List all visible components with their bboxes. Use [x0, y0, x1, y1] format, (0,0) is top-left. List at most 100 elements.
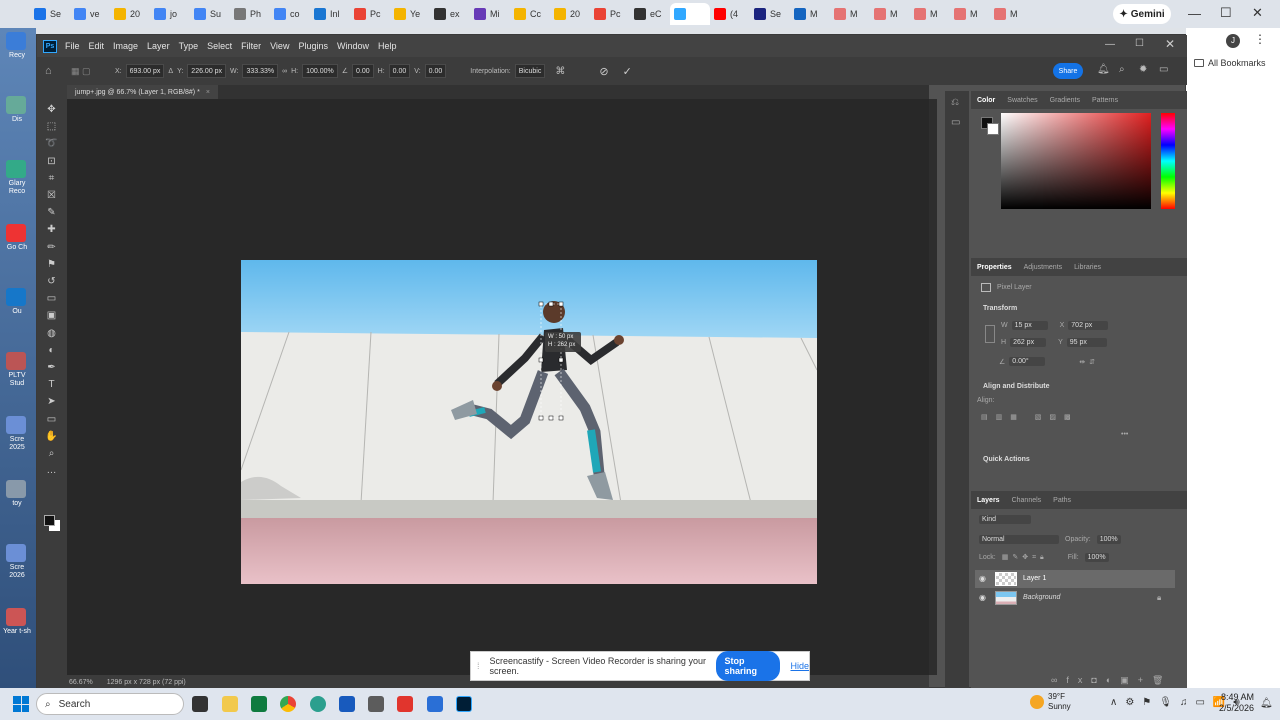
- hide-link[interactable]: Hide: [790, 661, 809, 671]
- word-icon[interactable]: [339, 696, 355, 712]
- snipping-tool-icon[interactable]: [368, 696, 384, 712]
- eraser-icon[interactable]: ▭: [45, 292, 58, 305]
- ps-maximize-icon[interactable]: ☐: [1135, 38, 1144, 49]
- history-brush-icon[interactable]: ↺: [45, 275, 58, 288]
- close-icon[interactable]: ✕: [1252, 5, 1263, 21]
- notifications-icon[interactable]: 🔔︎: [1097, 64, 1110, 75]
- desktop-shortcut-icon[interactable]: [6, 544, 26, 562]
- dodge-tool-icon[interactable]: ◐: [45, 344, 58, 357]
- delta-icon[interactable]: Δ: [168, 68, 173, 75]
- taskbar-clock[interactable]: 8:49 AM 2/5/2026: [1214, 692, 1254, 714]
- hskew-field[interactable]: 0.00: [388, 64, 411, 78]
- photoshop-taskbar-icon[interactable]: [456, 696, 472, 712]
- share-button[interactable]: Share: [1053, 63, 1083, 79]
- path-select-icon[interactable]: ➤: [45, 395, 58, 408]
- discover-icon[interactable]: ✹: [1139, 64, 1147, 75]
- hue-slider[interactable]: [1161, 113, 1175, 209]
- tab-paths[interactable]: Paths: [1053, 497, 1071, 504]
- constrain-link-icon[interactable]: [985, 325, 995, 343]
- edge-icon[interactable]: [310, 696, 326, 712]
- prop-x-field[interactable]: 702 px: [1068, 321, 1109, 330]
- browser-tab[interactable]: 20: [550, 3, 590, 25]
- desktop-shortcut-icon[interactable]: [6, 32, 26, 50]
- browser-tab[interactable]: M: [830, 3, 870, 25]
- photo-canvas[interactable]: W : 50 px H : 262 px: [241, 260, 817, 584]
- minimize-icon[interactable]: —: [1188, 6, 1201, 21]
- more-tools-icon[interactable]: …: [45, 464, 58, 477]
- browser-tab[interactable]: eC: [630, 3, 670, 25]
- flip-vertical-icon[interactable]: ⇵: [1089, 358, 1095, 366]
- x-field[interactable]: 693.00 px: [125, 64, 165, 78]
- interpolation-select[interactable]: Bicubic: [514, 64, 546, 78]
- browser-tab[interactable]: M: [910, 3, 950, 25]
- menu-view[interactable]: View: [270, 41, 289, 51]
- gemini-button[interactable]: ✦ Gemini: [1113, 4, 1171, 24]
- object-select-icon[interactable]: ⊡: [45, 155, 58, 168]
- menu-help[interactable]: Help: [378, 41, 397, 51]
- desktop-shortcut-icon[interactable]: [6, 288, 26, 306]
- browser-tab[interactable]: Pc: [350, 3, 390, 25]
- menu-plugins[interactable]: Plugins: [298, 41, 328, 51]
- desktop-shortcut-icon[interactable]: [6, 352, 26, 370]
- profile-avatar[interactable]: J: [1226, 34, 1240, 48]
- desktop-shortcut-icon[interactable]: [6, 160, 26, 178]
- visibility-eye-icon[interactable]: ◉: [979, 593, 986, 602]
- browser-tab[interactable]: (4: [710, 3, 750, 25]
- tab-channels[interactable]: Channels: [1012, 497, 1042, 504]
- browser-tab[interactable]: Ye: [390, 3, 430, 25]
- browser-tab[interactable]: ex: [430, 3, 470, 25]
- browser-tab[interactable]: Se: [750, 3, 790, 25]
- windows-start-icon[interactable]: [13, 696, 29, 712]
- color-swatches[interactable]: [44, 515, 55, 526]
- all-bookmarks[interactable]: All Bookmarks: [1194, 58, 1266, 68]
- menu-select[interactable]: Select: [207, 41, 232, 51]
- blur-tool-icon[interactable]: ◍: [45, 327, 58, 340]
- gradient-tool-icon[interactable]: ▣: [45, 309, 58, 322]
- eyedropper-icon[interactable]: ✎: [45, 206, 58, 219]
- hand-tool-icon[interactable]: ✋: [45, 430, 58, 443]
- more-options-icon[interactable]: •••: [1121, 431, 1128, 438]
- taskbar-search[interactable]: ⌕ Search: [36, 693, 184, 715]
- search-icon[interactable]: ⌕: [1119, 64, 1125, 75]
- y-field[interactable]: 226.00 px: [187, 64, 227, 78]
- stop-sharing-button[interactable]: Stop sharing: [716, 651, 781, 681]
- prop-h-field[interactable]: 262 px: [1010, 338, 1047, 347]
- prop-y-field[interactable]: 95 px: [1066, 338, 1107, 347]
- home-icon[interactable]: ⌂: [45, 65, 67, 77]
- browser-tab[interactable]: M: [870, 3, 910, 25]
- store-icon[interactable]: [251, 696, 267, 712]
- layer-row-layer1[interactable]: ◉ Layer 1: [975, 570, 1175, 588]
- quick-actions-section[interactable]: Quick Actions: [983, 456, 1030, 463]
- browser-tab[interactable]: Se: [30, 3, 70, 25]
- desktop-shortcut-icon[interactable]: [6, 96, 26, 114]
- browser-tab[interactable]: Ph: [230, 3, 270, 25]
- history-icon[interactable]: ⎌: [951, 97, 959, 108]
- fill-field[interactable]: 100%: [1084, 553, 1109, 562]
- ps-close-icon[interactable]: ✕: [1165, 37, 1175, 51]
- weather-widget[interactable]: 39°F Sunny: [1030, 692, 1071, 712]
- drag-handle-icon[interactable]: ⁞: [477, 661, 480, 671]
- browser-tab[interactable]: Cc: [510, 3, 550, 25]
- tab-gradients[interactable]: Gradients: [1050, 97, 1080, 104]
- crop-tool-icon[interactable]: ⌗: [45, 172, 58, 185]
- zoom-tool-icon[interactable]: ⌕: [45, 447, 58, 460]
- lock-icons[interactable]: ▦✎✥⌗🔒︎: [1002, 553, 1048, 562]
- rectangle-tool-icon[interactable]: ▭: [45, 413, 58, 426]
- workspace-icon[interactable]: ▭: [1159, 64, 1168, 75]
- menu-edit[interactable]: Edit: [89, 41, 105, 51]
- cancel-transform-icon[interactable]: ⊘: [599, 65, 608, 78]
- browser-tab[interactable]: 20: [110, 3, 150, 25]
- align-buttons[interactable]: ▤▥▦ ▧▨▩: [981, 413, 1079, 421]
- angle-field[interactable]: 0.00: [352, 64, 374, 78]
- browser-tab[interactable]: M: [790, 3, 830, 25]
- blend-mode-select[interactable]: Normal: [979, 535, 1059, 544]
- prop-angle-field[interactable]: 0.00°: [1009, 357, 1046, 366]
- document-tab[interactable]: jump+.jpg @ 66.7% (Layer 1, RGB/8#) * ×: [67, 85, 218, 99]
- more-menu-icon[interactable]: ⋮: [1254, 32, 1266, 46]
- canvas-vertical-scrollbar[interactable]: [929, 99, 937, 675]
- link-icon[interactable]: ∞: [282, 68, 287, 75]
- canvas-area[interactable]: W : 50 px H : 262 px: [67, 99, 929, 675]
- layer-filter[interactable]: Kind: [979, 515, 1031, 524]
- transform-section[interactable]: Transform: [983, 305, 1017, 312]
- visibility-eye-icon[interactable]: ◉: [979, 574, 986, 583]
